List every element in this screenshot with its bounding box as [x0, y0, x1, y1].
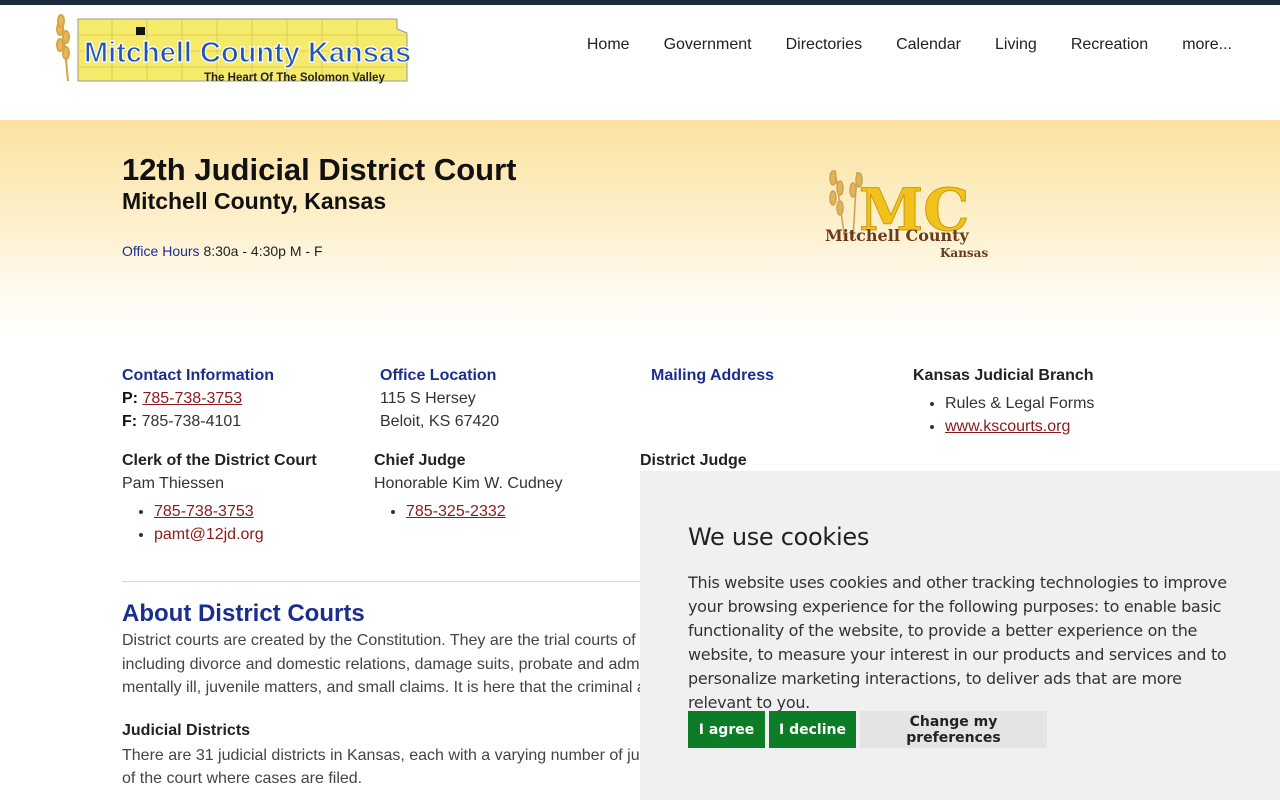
office-hours: Office Hours 8:30a - 4:30p M - F: [122, 243, 323, 259]
mitchell-county-logo[interactable]: Mitchell County Kansas The Heart Of The …: [52, 9, 417, 87]
office-hours-value: 8:30a - 4:30p M - F: [203, 243, 323, 259]
address-line2: Beloit, KS 67420: [380, 413, 500, 430]
page-subtitle: Mitchell County, Kansas: [122, 188, 387, 214]
list-item[interactable]: www.kscourts.org: [945, 415, 1094, 438]
nav-calendar[interactable]: Calendar: [896, 35, 961, 55]
clerk-contact-list: 785-738-3753 pamt@12jd.org: [122, 500, 317, 546]
list-item: 785-325-2332: [406, 500, 563, 523]
clerk-phone-link[interactable]: 785-738-3753: [154, 503, 254, 520]
judicial-branch-heading: Kansas Judicial Branch: [913, 367, 1094, 384]
contact-info-block: Contact Information P: 785-738-3753 F: 7…: [122, 364, 274, 433]
nav-government[interactable]: Government: [664, 35, 752, 55]
logo-tagline: The Heart Of The Solomon Valley: [204, 72, 385, 84]
contact-phone-link[interactable]: 785-738-3753: [142, 390, 242, 407]
contact-fax-value: 785-738-4101: [141, 413, 242, 430]
page-title: 12th Judicial District Court: [122, 152, 517, 187]
about-heading: About District Courts: [122, 600, 365, 627]
cookie-decline-button[interactable]: I decline: [769, 711, 856, 748]
clerk-block: Clerk of the District Court Pam Thiessen…: [122, 449, 317, 546]
chief-judge-block: Chief Judge Honorable Kim W. Cudney 785-…: [374, 449, 563, 523]
mailing-address-heading: Mailing Address: [651, 367, 774, 384]
list-item: pamt@12jd.org: [154, 523, 317, 546]
nav-more[interactable]: more...: [1182, 35, 1232, 55]
contact-phone-row: P: 785-738-3753: [122, 387, 274, 410]
list-item[interactable]: Rules & Legal Forms: [945, 392, 1094, 415]
nav-living[interactable]: Living: [995, 35, 1037, 55]
nav-directories[interactable]: Directories: [786, 35, 862, 55]
judicial-branch-block: Kansas Judicial Branch Rules & Legal For…: [913, 364, 1094, 438]
wheat-icon: [56, 14, 70, 82]
judicial-branch-list: Rules & Legal Forms www.kscourts.org: [913, 392, 1094, 438]
logo-title: Mitchell County Kansas: [84, 37, 411, 69]
kscourts-link[interactable]: www.kscourts.org: [945, 418, 1070, 435]
clerk-heading: Clerk of the District Court: [122, 452, 317, 469]
judicial-districts-heading: Judicial Districts: [122, 722, 251, 739]
contact-fax-row: F: 785-738-4101: [122, 410, 274, 433]
district-judge-heading: District Judge: [640, 452, 747, 469]
cookie-title: We use cookies: [688, 523, 870, 551]
clerk-name: Pam Thiessen: [122, 475, 224, 492]
cookie-body: This website uses cookies and other trac…: [688, 573, 1227, 712]
badge-line1: Mitchell County: [825, 226, 970, 245]
clerk-email-link[interactable]: pamt@12jd.org: [154, 526, 264, 543]
district-judge-block: District Judge: [640, 449, 747, 472]
nav-recreation[interactable]: Recreation: [1071, 35, 1148, 55]
mc-county-badge: MC Mitchell County Kansas: [825, 169, 988, 260]
office-location-heading: Office Location: [380, 367, 497, 384]
cookie-consent-panel: We use cookies This website uses cookies…: [640, 471, 1280, 800]
office-hours-label: Office Hours: [122, 243, 200, 259]
fax-label: F:: [122, 413, 138, 430]
office-location-block: Office Location 115 S Hersey Beloit, KS …: [380, 364, 499, 433]
list-item: 785-738-3753: [154, 500, 317, 523]
phone-label: P:: [122, 390, 138, 407]
badge-line2: Kansas: [940, 246, 988, 260]
mailing-address-block: Mailing Address: [651, 364, 774, 387]
site-header: Mitchell County Kansas The Heart Of The …: [0, 5, 1280, 120]
nav-home[interactable]: Home: [587, 35, 630, 55]
main-nav: Home Government Directories Calendar Liv…: [553, 35, 1232, 55]
chief-judge-phone-link[interactable]: 785-325-2332: [406, 503, 506, 520]
chief-judge-name: Honorable Kim W. Cudney: [374, 475, 563, 492]
contact-info-heading: Contact Information: [122, 367, 274, 384]
cookie-agree-button[interactable]: I agree: [688, 711, 765, 748]
chief-judge-heading: Chief Judge: [374, 452, 466, 469]
cookie-preferences-button[interactable]: Change my preferences: [860, 711, 1047, 748]
rules-forms-link[interactable]: Rules & Legal Forms: [945, 395, 1094, 412]
address-line1: 115 S Hersey: [380, 390, 476, 407]
chief-judge-contact-list: 785-325-2332: [374, 500, 563, 523]
